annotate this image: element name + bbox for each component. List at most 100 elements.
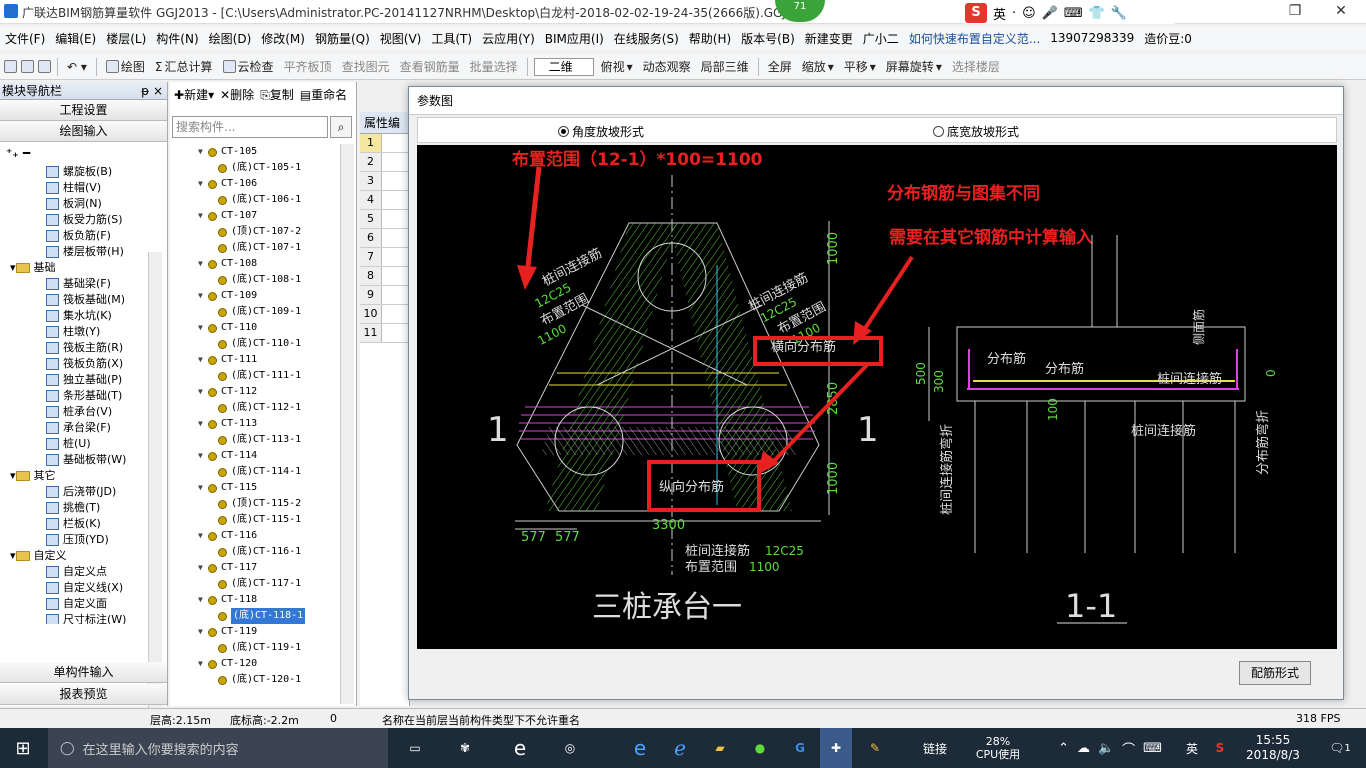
component-subitem[interactable]: (底)CT-110-1 bbox=[170, 336, 340, 352]
search-icon[interactable]: ⌕ bbox=[330, 116, 352, 138]
component-item[interactable]: ▼ CT-110 bbox=[170, 320, 340, 336]
property-row[interactable]: 8 bbox=[360, 267, 409, 286]
menu-rebar[interactable]: 钢筋量(Q) bbox=[310, 30, 375, 47]
bottom-width-slope-radio[interactable]: 底宽放坡形式 bbox=[933, 123, 1019, 140]
copy-component-button[interactable]: ⎘复制 bbox=[260, 86, 294, 103]
rotate-screen-button[interactable]: 屏幕旋转 ▾ bbox=[883, 58, 945, 75]
nav-tree-item[interactable]: 筏板主筋(R) bbox=[0, 340, 148, 356]
menu-component[interactable]: 构件(N) bbox=[151, 30, 203, 47]
angle-slope-radio[interactable]: 角度放坡形式 bbox=[558, 123, 644, 140]
rebar-layout-button[interactable]: 配筋形式 bbox=[1239, 661, 1311, 685]
component-subitem[interactable]: (底)CT-115-1 bbox=[170, 512, 340, 528]
component-subitem[interactable]: (底)CT-113-1 bbox=[170, 432, 340, 448]
menu-edit[interactable]: 编辑(E) bbox=[50, 30, 101, 47]
menu-file[interactable]: 文件(F) bbox=[0, 30, 50, 47]
nav-tree-item[interactable]: 柱墩(Y) bbox=[0, 324, 148, 340]
menu-tools[interactable]: 工具(T) bbox=[426, 30, 477, 47]
ggj-app-icon[interactable]: ✚ bbox=[820, 728, 852, 768]
chevron-down-icon[interactable]: ▼ bbox=[198, 144, 208, 160]
fan-app-icon[interactable]: ✾ bbox=[450, 728, 480, 768]
component-subitem[interactable]: (顶)CT-115-2 bbox=[170, 496, 340, 512]
menu-floor[interactable]: 楼层(L) bbox=[101, 30, 151, 47]
component-subitem[interactable]: (底)CT-108-1 bbox=[170, 272, 340, 288]
property-row[interactable]: 4 bbox=[360, 191, 409, 210]
fullscreen-button[interactable]: 全屏 bbox=[765, 58, 795, 75]
nav-tree-item[interactable]: 板受力筋(S) bbox=[0, 212, 148, 228]
menu-online[interactable]: 在线服务(S) bbox=[609, 30, 684, 47]
property-row[interactable]: 9 bbox=[360, 286, 409, 305]
property-row[interactable]: 10 bbox=[360, 305, 409, 324]
undo-icon[interactable]: ↶ ▾ bbox=[64, 60, 90, 74]
nav-tree-item[interactable]: 柱帽(V) bbox=[0, 180, 148, 196]
component-item[interactable]: ▼ CT-108 bbox=[170, 256, 340, 272]
help-link[interactable]: 如何快速布置自定义范... bbox=[904, 30, 1045, 47]
view-rebar-qty-button[interactable]: 查看钢筋量 bbox=[397, 58, 463, 75]
menu-version[interactable]: 版本号(B) bbox=[736, 30, 800, 47]
nav-group[interactable]: ▾ 自定义 bbox=[0, 548, 148, 564]
nav-group[interactable]: ▾ 其它 bbox=[0, 468, 148, 484]
nav-drawing-input[interactable]: 绘图输入 bbox=[0, 121, 167, 142]
component-item[interactable]: ▼ CT-107 bbox=[170, 208, 340, 224]
nav-tree-item[interactable]: 基础梁(F) bbox=[0, 276, 148, 292]
select-floor-button[interactable]: 选择楼层 bbox=[949, 58, 1003, 75]
property-row[interactable]: 3 bbox=[360, 172, 409, 191]
cloud-check-button[interactable]: 云检查 bbox=[220, 58, 277, 75]
nav-single-input[interactable]: 单构件输入 bbox=[0, 662, 167, 683]
view-mode-select[interactable]: 二维 bbox=[533, 57, 594, 76]
ie-icon[interactable]: ℯ bbox=[665, 728, 695, 768]
mic-icon[interactable]: 🎤 bbox=[1042, 6, 1058, 21]
pin-icon[interactable]: ᵽ × bbox=[141, 82, 163, 100]
nav-tree-item[interactable]: 板洞(N) bbox=[0, 196, 148, 212]
nav-tree-item[interactable]: 独立基础(P) bbox=[0, 372, 148, 388]
component-item[interactable]: ▼ CT-112 bbox=[170, 384, 340, 400]
component-subitem[interactable]: (底)CT-119-1 bbox=[170, 640, 340, 656]
restore-icon[interactable]: ❐ bbox=[1272, 0, 1318, 24]
expand-collapse-icon[interactable]: ⁺₊ ━ bbox=[0, 142, 167, 164]
property-row[interactable]: 7 bbox=[360, 248, 409, 267]
new-component-button[interactable]: ✚新建▾ bbox=[174, 86, 214, 103]
component-subitem[interactable]: (底)CT-114-1 bbox=[170, 464, 340, 480]
nav-tree-item[interactable]: 后浇带(JD) bbox=[0, 484, 148, 500]
nav-project-settings[interactable]: 工程设置 bbox=[0, 100, 167, 121]
user-account[interactable]: 13907298339 bbox=[1045, 31, 1139, 45]
cost-beans[interactable]: 造价豆:0 bbox=[1139, 30, 1197, 47]
nav-tree-item[interactable]: 挑檐(T) bbox=[0, 500, 148, 516]
property-row[interactable]: 6 bbox=[360, 229, 409, 248]
nav-tree-item[interactable]: 自定义线(X) bbox=[0, 580, 148, 596]
nav-tree-item[interactable]: 桩承台(V) bbox=[0, 404, 148, 420]
chevron-down-icon[interactable]: ▼ bbox=[198, 592, 208, 608]
component-item[interactable]: ▼ CT-114 bbox=[170, 448, 340, 464]
edge-icon[interactable]: e bbox=[505, 728, 535, 768]
component-subitem[interactable]: (底)CT-112-1 bbox=[170, 400, 340, 416]
menu-new-change[interactable]: 新建变更 bbox=[800, 30, 858, 47]
nav-tree-item[interactable]: 筏板基础(M) bbox=[0, 292, 148, 308]
nav-tree-item[interactable]: 筏板负筋(X) bbox=[0, 356, 148, 372]
green-app-icon[interactable]: ● bbox=[745, 728, 775, 768]
nav-tree-item[interactable]: 压顶(YD) bbox=[0, 532, 148, 548]
nav-tree-item[interactable]: 条形基础(T) bbox=[0, 388, 148, 404]
windows-start-icon[interactable]: ⊞ bbox=[0, 728, 46, 768]
component-item[interactable]: ▼ CT-105 bbox=[170, 144, 340, 160]
delete-component-button[interactable]: ✕删除 bbox=[220, 86, 254, 103]
nav-tree-item[interactable]: 自定义面 bbox=[0, 596, 148, 612]
skin-icon[interactable]: 👕 bbox=[1089, 6, 1105, 21]
summary-calc-button[interactable]: Σ 汇总计算 bbox=[152, 58, 216, 75]
nav-group[interactable]: ▾ 基础 bbox=[0, 260, 148, 276]
cad-canvas[interactable]: 1000 2850 1000 3300 577 577 1 1 桩间连接筋 12… bbox=[417, 145, 1337, 649]
chevron-down-icon[interactable]: ▼ bbox=[198, 208, 208, 224]
chevron-down-icon[interactable]: ▼ bbox=[198, 448, 208, 464]
component-item[interactable]: ▼ CT-118 bbox=[170, 592, 340, 608]
chevron-down-icon[interactable]: ▼ bbox=[198, 624, 208, 640]
menu-modify[interactable]: 修改(M) bbox=[256, 30, 310, 47]
menu-bim[interactable]: BIM应用(I) bbox=[540, 30, 609, 47]
find-element-button[interactable]: 查找图元 bbox=[339, 58, 393, 75]
nav-tree-item[interactable]: 尺寸标注(W) bbox=[0, 612, 148, 624]
component-subitem[interactable]: (底)CT-109-1 bbox=[170, 304, 340, 320]
component-item[interactable]: ▼ CT-116 bbox=[170, 528, 340, 544]
task-view-icon[interactable]: ▭ bbox=[400, 728, 430, 768]
menu-view[interactable]: 视图(V) bbox=[375, 30, 427, 47]
component-search-input[interactable]: 搜索构件... bbox=[172, 116, 328, 138]
property-row[interactable]: 2 bbox=[360, 153, 409, 172]
property-row[interactable]: 11 bbox=[360, 324, 409, 343]
close-icon[interactable]: ✕ bbox=[1318, 0, 1364, 24]
